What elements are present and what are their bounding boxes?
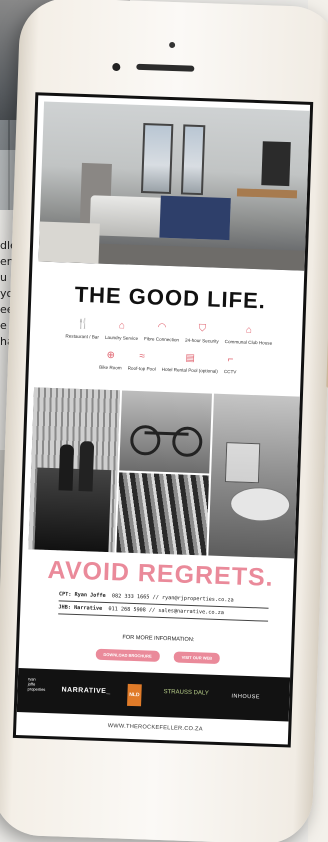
- window: [140, 123, 174, 195]
- photo-coffee: [208, 393, 300, 559]
- amenity-item: ⛉ 24-hour Security: [185, 323, 219, 344]
- cta-buttons: DOWNLOAD BROCHURE VISIT OUR WEB: [19, 646, 297, 667]
- house-icon: ⌂: [245, 324, 253, 336]
- amenity-item: ◠ Fibre Connection: [143, 321, 180, 343]
- amenities-row-2: ⊕ Bike Room ≈ Roof-top Pool ▤ Hotel Rental …: [29, 347, 308, 377]
- amenity-label: Laundry Service: [104, 334, 139, 341]
- amenity-label: CCTV: [223, 368, 237, 375]
- amenity-item: ≈ Roof-top Pool: [128, 351, 157, 372]
- amenity-label: Roof-top Pool: [127, 365, 156, 372]
- photo-grid: [28, 387, 300, 559]
- inhouse-logo: INHOUSE: [231, 693, 261, 701]
- partner-logos: ryan joffe properties NARRATIVE_ NLD STR…: [16, 667, 291, 722]
- amenity-item: ▤ Hotel Rental Pool (optional): [162, 352, 219, 374]
- amenity-label: Restaurant / Bar: [65, 333, 99, 340]
- contact-list: CPT: Ryan Joffe 082 333 1665 // ryan@rjp…: [58, 588, 269, 622]
- contact-detail[interactable]: 011 268 5908 // sales@narrative.co.za: [108, 606, 224, 616]
- amenity-label: Hotel Rental Pool (optional): [161, 366, 218, 374]
- amenity-item: ⌐ CCTV: [224, 354, 237, 374]
- contact-detail[interactable]: 082 333 1665 // ryan@rjproperties.co.za: [112, 593, 234, 603]
- hanger-icon: ⌂: [118, 320, 126, 332]
- amenity-item: 🍴 Restaurant / Bar: [65, 318, 99, 340]
- front-sensor: [169, 41, 176, 49]
- phone-screen[interactable]: THE GOOD LIFE. 🍴 Restaurant / Bar ⌂ Laundr…: [12, 92, 314, 748]
- amenity-item: ⊕ Bike Room: [99, 350, 122, 371]
- amenity-label: Bike Room: [99, 364, 122, 371]
- tv: [261, 141, 291, 187]
- scene: dle ent u r yo ee e di ha THE: [0, 0, 328, 842]
- contact-region: CPT: Ryan Joffe: [58, 591, 106, 600]
- page-title: THE GOOD LIFE.: [74, 281, 267, 314]
- cctv-icon: ⌐: [227, 354, 234, 366]
- amenity-item: ⌂ Communal Club House: [225, 324, 273, 346]
- rj-properties-logo: ryan joffe properties: [27, 676, 46, 692]
- camera-icon: [112, 62, 121, 72]
- narrative-logo: NARRATIVE_: [61, 686, 111, 696]
- nld-logo: NLD: [127, 683, 142, 707]
- photo-clothes: [116, 472, 210, 556]
- amenity-label: Fibre Connection: [143, 336, 180, 343]
- website-url[interactable]: WWW.THEROCKEFELLER.CO.ZA: [16, 720, 294, 736]
- strauss-daly-logo: STRAUSS DALY: [163, 689, 209, 697]
- speaker-grille: [136, 63, 195, 72]
- building-icon: ▤: [185, 352, 196, 364]
- blanket: [159, 195, 231, 241]
- amenity-label: Communal Club House: [224, 339, 273, 346]
- amenities-row-1: 🍴 Restaurant / Bar ⌂ Laundry Service ◠ Fibr…: [30, 317, 309, 347]
- contact-region: JHB: Narrative: [58, 604, 103, 612]
- pool-icon: ≈: [139, 351, 146, 363]
- phone-device: THE GOOD LIFE. 🍴 Restaurant / Bar ⌂ Laundr…: [0, 0, 328, 842]
- amenity-label: 24-hour Security: [184, 337, 219, 344]
- amenity-item: ⌂ Laundry Service: [105, 320, 139, 341]
- download-brochure-button[interactable]: DOWNLOAD BROCHURE: [95, 648, 160, 662]
- fork-knife-icon: 🍴: [76, 318, 90, 331]
- bicycle-icon: ⊕: [106, 349, 116, 362]
- sofa: [38, 221, 100, 264]
- more-info-label: FOR MORE INFORMATION:: [122, 634, 195, 644]
- window: [180, 124, 206, 196]
- visit-web-button[interactable]: VISIT OUR WEB: [173, 651, 221, 665]
- shield-icon: ⛉: [198, 323, 207, 335]
- hero-image: [38, 101, 310, 271]
- photo-bicycle: [119, 390, 212, 474]
- wifi-icon: ◠: [157, 321, 167, 333]
- desk: [236, 188, 298, 199]
- photo-bar: [28, 387, 121, 553]
